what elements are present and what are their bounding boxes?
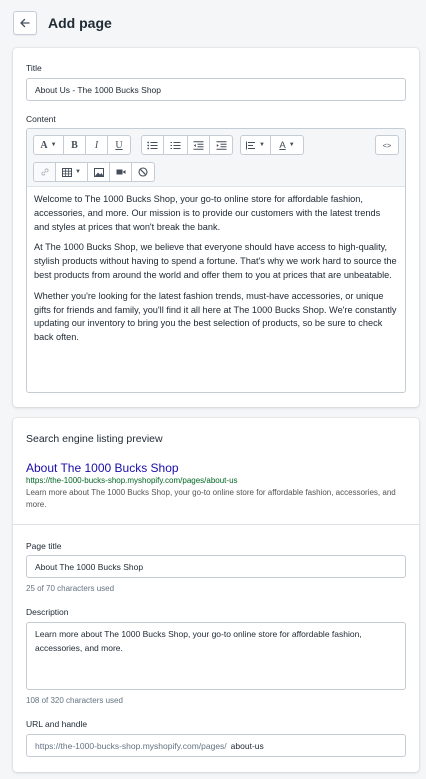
seo-card: Search engine listing preview About The … xyxy=(13,418,419,772)
outdent-button[interactable] xyxy=(188,136,210,154)
content-paragraph: Whether you're looking for the latest fa… xyxy=(34,290,397,343)
chevron-down-icon: ▼ xyxy=(50,142,57,148)
text-style-glyph: A xyxy=(40,139,48,151)
chevron-down-icon: ▼ xyxy=(288,142,295,148)
page-header: Add page xyxy=(13,10,112,36)
bullet-list-button[interactable] xyxy=(142,136,164,154)
list-indent-group xyxy=(141,135,233,155)
link-icon xyxy=(40,168,49,176)
chevron-down-icon: ▼ xyxy=(75,169,81,175)
seo-preview-title: About The 1000 Bucks Shop xyxy=(26,461,179,475)
numbered-list-button[interactable] xyxy=(164,136,188,154)
seo-preview-description: Learn more about The 1000 Bucks Shop, yo… xyxy=(26,488,396,509)
seo-heading: Search engine listing preview xyxy=(26,433,163,445)
underline-glyph: U xyxy=(115,139,123,151)
chevron-down-icon: ▼ xyxy=(259,142,265,148)
description-label: Description xyxy=(26,607,69,617)
description-char-count: 108 of 320 characters used xyxy=(26,696,123,705)
bold-glyph: B xyxy=(71,139,78,151)
table-icon xyxy=(62,167,73,177)
link-button[interactable] xyxy=(34,163,56,181)
back-button[interactable] xyxy=(13,11,37,35)
clear-formatting-button[interactable] xyxy=(132,163,154,181)
url-prefix: https://the-1000-bucks-shop.myshopify.co… xyxy=(35,740,227,751)
insert-video-button[interactable] xyxy=(110,163,132,181)
italic-glyph: I xyxy=(94,139,99,151)
clear-formatting-icon xyxy=(138,167,148,177)
title-input[interactable]: About Us - The 1000 Bucks Shop xyxy=(26,78,406,101)
align-dropdown[interactable]: ▼ xyxy=(241,136,271,154)
image-icon xyxy=(93,167,104,177)
url-handle[interactable]: about-us xyxy=(231,741,264,751)
description-textarea[interactable]: Learn more about The 1000 Bucks Shop, yo… xyxy=(26,622,406,690)
divider xyxy=(13,524,419,525)
seo-preview-url: https://the-1000-bucks-shop.myshopify.co… xyxy=(26,476,238,485)
insert-group: ▼ xyxy=(33,162,155,182)
table-dropdown[interactable]: ▼ xyxy=(56,163,88,181)
page-details-card: Title About Us - The 1000 Bucks Shop Con… xyxy=(13,48,419,407)
content-label: Content xyxy=(26,114,56,124)
insert-image-button[interactable] xyxy=(88,163,110,181)
numbered-list-icon xyxy=(170,141,181,149)
page-title-char-count: 25 of 70 characters used xyxy=(26,584,115,593)
rich-text-editor[interactable]: A ▼ B I U ▼ A ▼ <> ▼ Welcome to The 1000… xyxy=(26,128,406,393)
text-style-group: A ▼ B I U xyxy=(33,135,131,155)
indent-button[interactable] xyxy=(210,136,232,154)
underline-button[interactable]: U xyxy=(108,136,130,154)
italic-button[interactable]: I xyxy=(86,136,108,154)
text-color-dropdown[interactable]: A ▼ xyxy=(271,136,303,154)
page-title: Add page xyxy=(48,15,112,31)
video-icon xyxy=(116,169,125,175)
bullet-list-icon xyxy=(147,141,158,149)
html-toggle-button[interactable]: <> xyxy=(376,136,398,154)
outdent-icon xyxy=(193,140,204,150)
text-color-glyph: A xyxy=(279,139,286,151)
title-label: Title xyxy=(26,63,42,73)
align-color-group: ▼ A ▼ xyxy=(240,135,304,155)
arrow-left-icon xyxy=(20,18,30,28)
editor-content[interactable]: Welcome to The 1000 Bucks Shop, your go-… xyxy=(27,187,405,358)
content-paragraph: At The 1000 Bucks Shop, we believe that … xyxy=(34,242,397,280)
indent-icon xyxy=(216,140,226,150)
align-left-icon xyxy=(246,141,256,149)
html-toggle-group: <> xyxy=(375,135,399,155)
editor-toolbar: A ▼ B I U ▼ A ▼ <> ▼ xyxy=(27,129,405,187)
page-title-input[interactable]: About The 1000 Bucks Shop xyxy=(26,555,406,578)
bold-button[interactable]: B xyxy=(64,136,86,154)
url-label: URL and handle xyxy=(26,719,88,729)
content-paragraph: Welcome to The 1000 Bucks Shop, your go-… xyxy=(34,194,381,232)
url-handle-input[interactable]: https://the-1000-bucks-shop.myshopify.co… xyxy=(26,734,406,757)
page-title-label: Page title xyxy=(26,541,62,551)
text-style-dropdown[interactable]: A ▼ xyxy=(34,136,64,154)
